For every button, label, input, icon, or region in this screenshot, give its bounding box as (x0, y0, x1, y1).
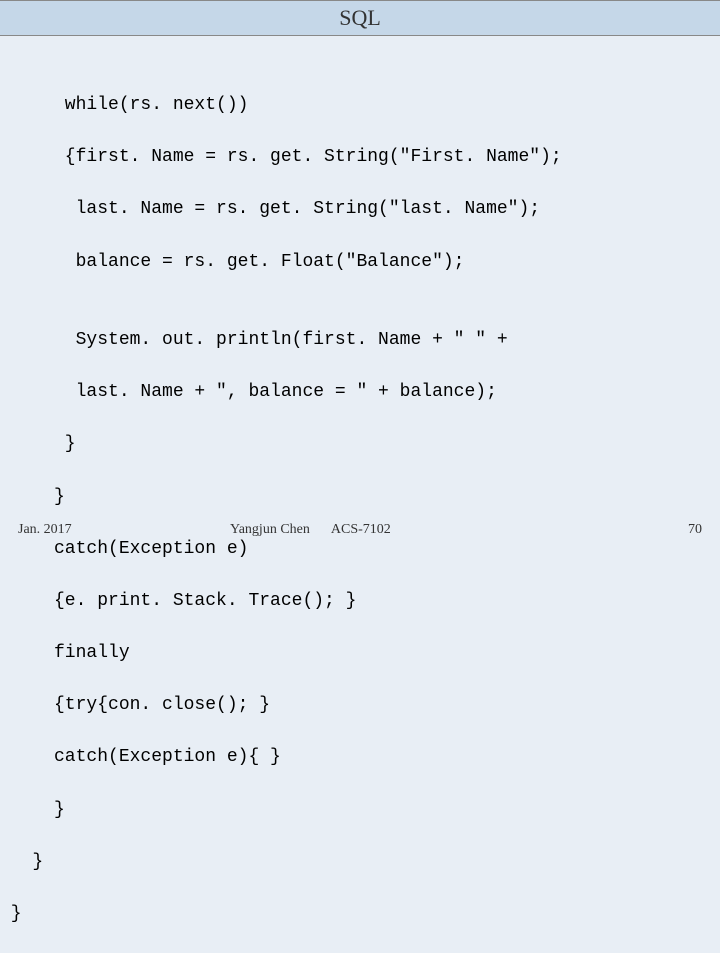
code-line: {first. Name = rs. get. String("First. N… (0, 144, 720, 170)
code-line: while(rs. next()) (0, 92, 720, 118)
code-line: } (0, 431, 720, 457)
footer-page-number: 70 (688, 522, 702, 538)
code-line: } (0, 901, 720, 927)
code-line: catch(Exception e){ } (0, 744, 720, 770)
code-line: } (0, 849, 720, 875)
code-block: while(rs. next()) {first. Name = rs. get… (0, 36, 720, 953)
code-line: {e. print. Stack. Trace(); } (0, 588, 720, 614)
code-line: } (0, 484, 720, 510)
code-line: } (0, 797, 720, 823)
code-line: last. Name = rs. get. String("last. Name… (0, 196, 720, 222)
code-line: balance = rs. get. Float("Balance"); (0, 249, 720, 275)
slide-header: SQL (0, 0, 720, 36)
code-line: finally (0, 640, 720, 666)
footer-date: Jan. 2017 (18, 522, 72, 538)
footer-course: ACS-7102 (331, 522, 391, 537)
footer-author-course: Yangjun Chen ACS-7102 (230, 522, 391, 538)
code-line: {try{con. close(); } (0, 692, 720, 718)
code-line: last. Name + ", balance = " + balance); (0, 379, 720, 405)
code-line: System. out. println(first. Name + " " + (0, 327, 720, 353)
footer-author: Yangjun Chen (230, 522, 310, 537)
slide-title: SQL (339, 5, 381, 31)
